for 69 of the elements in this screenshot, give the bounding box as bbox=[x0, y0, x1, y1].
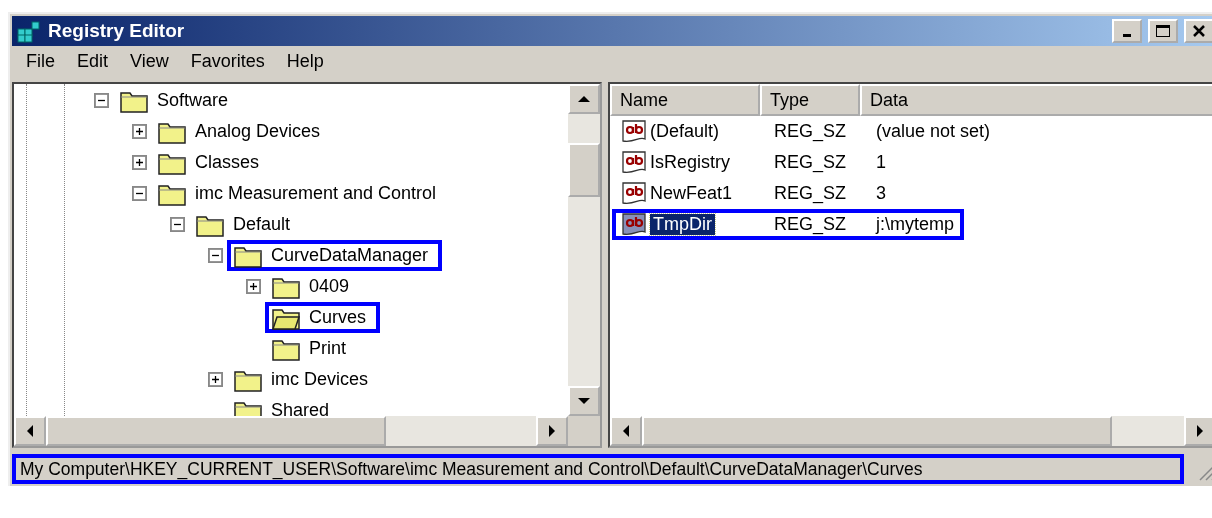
tree-item[interactable]: Classes bbox=[191, 151, 264, 174]
horizontal-scrollbar[interactable] bbox=[14, 416, 568, 446]
value-type: REG_SZ bbox=[773, 214, 848, 235]
close-icon bbox=[1193, 25, 1205, 37]
value-type: REG_SZ bbox=[773, 121, 848, 142]
value-data: 1 bbox=[875, 152, 887, 173]
expand-icon[interactable] bbox=[132, 155, 147, 170]
window-title: Registry Editor bbox=[48, 20, 186, 42]
tree-item[interactable]: imc Devices bbox=[267, 368, 372, 391]
scroll-left-button[interactable] bbox=[14, 416, 46, 446]
menu-item[interactable]: File bbox=[18, 50, 63, 72]
value-type: REG_SZ bbox=[773, 152, 848, 173]
scrollbar-thumb[interactable] bbox=[568, 143, 600, 197]
status-bar-path: My Computer\HKEY_CURRENT_USER\Software\imc Measurement and Control\Default\CurveDataManager\Curves bbox=[12, 454, 1184, 484]
column-header[interactable]: Data bbox=[860, 84, 1212, 116]
string-value-icon bbox=[622, 150, 648, 175]
close-button[interactable] bbox=[1184, 19, 1212, 43]
scroll-right-button[interactable] bbox=[536, 416, 568, 446]
tree-item[interactable]: Analog Devices bbox=[191, 120, 325, 143]
value-data: j:\mytemp bbox=[874, 214, 955, 235]
arrow-down-icon bbox=[578, 398, 590, 404]
scrollbar-corner bbox=[568, 416, 600, 446]
tree-item[interactable]: imc Measurement and Control bbox=[191, 182, 441, 205]
maximize-icon bbox=[1156, 25, 1170, 37]
scroll-up-button[interactable] bbox=[568, 84, 600, 114]
string-value-icon bbox=[622, 181, 648, 206]
maximize-button[interactable] bbox=[1148, 19, 1178, 43]
value-data: 3 bbox=[875, 183, 887, 204]
scroll-right-button[interactable] bbox=[1184, 416, 1212, 446]
value-name[interactable]: TmpDir bbox=[650, 214, 715, 235]
arrow-right-icon bbox=[549, 425, 555, 437]
tree-item[interactable]: Software bbox=[153, 89, 233, 112]
vertical-scrollbar[interactable] bbox=[568, 84, 600, 416]
arrow-left-icon bbox=[27, 425, 33, 437]
scrollbar-thumb[interactable] bbox=[642, 416, 1112, 446]
string-value-icon bbox=[622, 212, 648, 237]
scrollbar-thumb[interactable] bbox=[46, 416, 386, 446]
horizontal-scrollbar[interactable] bbox=[610, 416, 1212, 446]
value-data: (value not set) bbox=[875, 121, 992, 142]
column-header[interactable]: Type bbox=[760, 84, 860, 116]
collapse-icon[interactable] bbox=[94, 93, 109, 108]
string-value-icon bbox=[622, 119, 648, 144]
expand-icon[interactable] bbox=[246, 279, 261, 294]
tree-item[interactable]: Default bbox=[229, 213, 295, 236]
value-name[interactable]: (Default) bbox=[650, 121, 720, 142]
scroll-down-button[interactable] bbox=[568, 386, 600, 416]
arrow-left-icon bbox=[623, 425, 629, 437]
expand-icon[interactable] bbox=[132, 124, 147, 139]
column-header[interactable]: Name bbox=[610, 84, 760, 116]
arrow-right-icon bbox=[1197, 425, 1203, 437]
collapse-icon[interactable] bbox=[208, 248, 223, 263]
menu-item[interactable]: Favorites bbox=[182, 50, 273, 72]
menu-item[interactable]: Help bbox=[278, 50, 332, 72]
minimize-icon bbox=[1123, 33, 1131, 37]
menu-item[interactable]: View bbox=[122, 50, 177, 72]
tree-item[interactable]: Print bbox=[305, 337, 350, 360]
value-name[interactable]: IsRegistry bbox=[650, 152, 730, 173]
value-name[interactable]: NewFeat1 bbox=[650, 183, 733, 204]
value-type: REG_SZ bbox=[773, 183, 848, 204]
tree-item[interactable]: Shared bbox=[267, 399, 334, 416]
collapse-icon[interactable] bbox=[170, 217, 185, 232]
arrow-up-icon bbox=[578, 96, 590, 102]
tree-item[interactable]: 0409 bbox=[305, 275, 354, 298]
scroll-left-button[interactable] bbox=[610, 416, 642, 446]
menu-item[interactable]: Edit bbox=[69, 50, 117, 72]
registry-cubes-icon bbox=[16, 19, 42, 43]
minimize-button[interactable] bbox=[1112, 19, 1142, 43]
collapse-icon[interactable] bbox=[132, 186, 147, 201]
expand-icon[interactable] bbox=[208, 372, 223, 387]
